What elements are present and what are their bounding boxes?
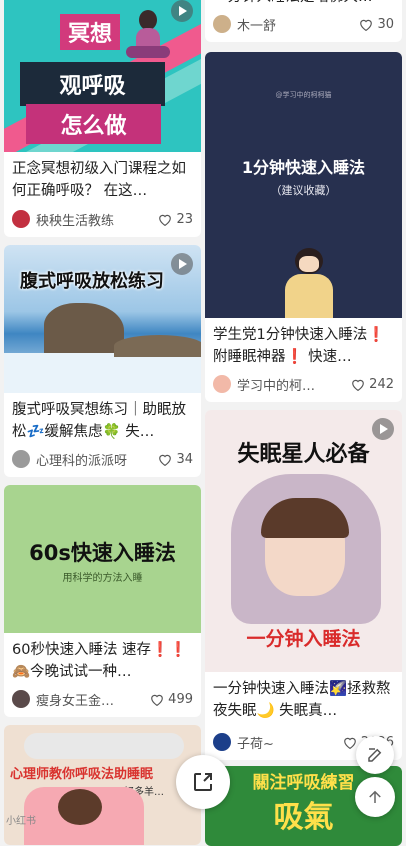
like-button[interactable]: 242	[351, 377, 394, 392]
avatar[interactable]	[12, 210, 30, 228]
heart-icon	[344, 737, 356, 749]
thumb-subtext: 用科学的方法入睡	[62, 573, 143, 584]
like-button[interactable]: 23	[158, 212, 193, 227]
note-meta: 学习中的柯… 242	[213, 374, 394, 394]
note-title: 一分钟入睡法是啥佛大…	[205, 0, 402, 8]
note-thumbnail[interactable]: 冥想 观呼吸 怎么做	[4, 0, 201, 152]
note-meta: 瘦身女王金… 499	[12, 689, 193, 709]
note-card[interactable]: 一分钟入睡法是啥佛大… 木一舒 30	[205, 0, 402, 42]
thumb-text: 失眠星人必备	[237, 442, 370, 467]
author-name[interactable]: 学习中的柯…	[237, 375, 351, 394]
heart-icon	[352, 379, 365, 391]
note-card[interactable]: 60s快速入睡法 用科学的方法入睡 60秒快速入睡法 速存❗️❗️ 🙈今晚试试一…	[4, 485, 201, 717]
edit-icon	[368, 748, 382, 762]
note-card[interactable]: 失眠星人必备 一分钟入睡法 一分钟快速入睡法🌠拯救熬夜失眠🌙 失眠真… 子荷~ …	[205, 410, 402, 760]
avatar[interactable]	[12, 690, 30, 708]
note-title: 正念冥想初级入门课程之如何正确呼吸？ 在这…	[12, 161, 186, 199]
heart-icon	[151, 694, 164, 706]
thumb-text: 1分钟快速入睡法	[241, 158, 366, 177]
like-count: 30	[377, 16, 394, 32]
thumb-handle: @学习中的柯柯猫	[275, 91, 332, 99]
thumb-text: 心理师教你呼吸法助睡眠	[10, 767, 154, 782]
back-to-top-button[interactable]	[355, 777, 395, 817]
note-card[interactable]: 心理师教你呼吸法助睡眠 好多羊…	[4, 725, 201, 845]
author-name[interactable]: 瘦身女王金…	[36, 690, 150, 709]
author-name[interactable]: 心理科的派派呀	[36, 450, 158, 469]
note-thumbnail[interactable]: 心理师教你呼吸法助睡眠 好多羊…	[4, 725, 201, 845]
thumb-text-2: 一分钟入睡法	[246, 628, 361, 650]
like-button[interactable]: 499	[150, 692, 193, 707]
heart-icon	[159, 214, 172, 226]
note-card[interactable]: 冥想 观呼吸 怎么做 正念冥想初级入门课程之如何正确呼吸？ 在这… 秧秧生活教练…	[4, 0, 201, 237]
thumb-text: 60s快速入睡法	[29, 541, 176, 565]
play-icon	[372, 418, 394, 440]
like-count: 242	[369, 376, 394, 392]
note-card[interactable]: 腹式呼吸放松练习 腹式呼吸冥想练习｜助眠放松💤缓解焦虑🍀 失… 心理科的派派呀 …	[4, 245, 201, 477]
note-meta: 心理科的派派呀 34	[12, 449, 193, 469]
like-count: 34	[176, 451, 193, 467]
note-title: 一分钟快速入睡法🌠拯救熬夜失眠🌙 失眠真…	[213, 681, 391, 719]
note-thumbnail[interactable]: 腹式呼吸放松练习	[4, 245, 201, 393]
note-card[interactable]: @学习中的柯柯猫 1分钟快速入睡法 （建议收藏） 学生党1分钟快速入睡法❗️附睡…	[205, 52, 402, 402]
note-title: 学生党1分钟快速入睡法❗️附睡眠神器❗️ 快速…	[213, 327, 386, 365]
note-title: 腹式呼吸冥想练习｜助眠放松💤缓解焦虑🍀 失…	[12, 402, 186, 440]
thumb-text-1: 冥想	[60, 14, 121, 50]
like-button[interactable]: 30	[359, 17, 394, 32]
edit-note-button[interactable]	[356, 736, 394, 774]
arrow-up-icon	[369, 790, 381, 803]
note-thumbnail[interactable]: 60s快速入睡法 用科学的方法入睡	[4, 485, 201, 633]
like-button[interactable]: 34	[158, 452, 193, 467]
like-count: 499	[168, 691, 193, 707]
note-meta: 木一舒 30	[213, 14, 394, 34]
heart-icon	[159, 454, 172, 466]
thumb-text-2: 观呼吸	[20, 62, 165, 106]
share-button[interactable]	[176, 755, 230, 809]
avatar[interactable]	[12, 450, 30, 468]
note-meta: 秧秧生活教练 23	[12, 209, 193, 229]
author-name[interactable]: 木一舒	[237, 15, 359, 34]
thumb-text: 腹式呼吸放松练习	[20, 271, 164, 292]
note-thumbnail[interactable]: @学习中的柯柯猫 1分钟快速入睡法 （建议收藏）	[205, 52, 402, 318]
avatar[interactable]	[213, 733, 231, 751]
avatar[interactable]	[213, 375, 231, 393]
heart-icon	[360, 19, 373, 31]
avatar[interactable]	[213, 15, 231, 33]
play-icon	[171, 253, 193, 275]
author-name[interactable]: 子荷~	[237, 733, 343, 752]
like-count: 23	[176, 211, 193, 227]
note-title: 60秒快速入睡法 速存❗️❗️ 🙈今晚试试一种…	[12, 642, 188, 680]
author-name[interactable]: 秧秧生活教练	[36, 210, 158, 229]
play-icon	[171, 0, 193, 22]
share-icon	[194, 773, 212, 791]
thumb-subtext: （建议收藏）	[270, 184, 337, 197]
note-thumbnail[interactable]: 失眠星人必备 一分钟入睡法	[205, 410, 402, 672]
meditating-figure-illustration	[126, 10, 170, 60]
watermark: 小红书	[6, 816, 36, 827]
thumb-text-3: 怎么做	[26, 104, 161, 144]
